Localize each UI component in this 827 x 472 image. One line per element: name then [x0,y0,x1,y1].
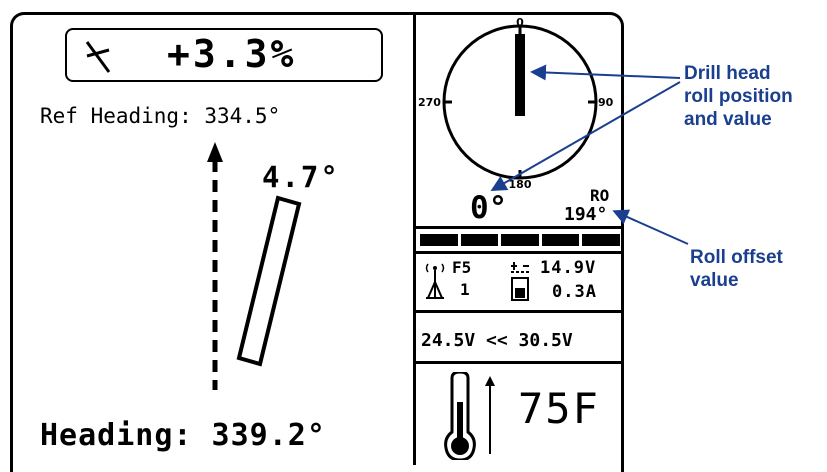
heading-value: Heading: 339.2° [40,418,326,453]
annotation-offset: Roll offset value [690,246,783,292]
signal-bar [582,234,620,246]
pitch-icon [85,41,111,73]
roll-offset-value: 194° [564,204,608,225]
voltage-range: 24.5V << 30.5V [421,330,573,351]
signal-bar [501,234,539,246]
antenna-icon [425,263,445,299]
drill-head-graphic [207,142,302,390]
drill-head-outline [236,195,302,367]
locator-screen: +3.3% Ref Heading: 334.5° 4.7° Heading: … [0,0,827,472]
battery-voltage: 14.9V [540,258,597,278]
divider-line [416,251,624,254]
tick-label-180: 180 [509,178,532,191]
pitch-box: +3.3% [65,28,383,82]
direction-arrow-icon [207,142,223,162]
annotation-offset-line: Roll offset [690,247,783,268]
battery-icon [511,262,529,301]
current-draw: 0.3A [552,282,597,302]
ref-heading: Ref Heading: 334.5° [40,104,281,128]
temperature-value: 75F [518,384,600,433]
signal-bar [541,234,580,246]
annotation-arrow-offset [612,209,689,245]
divider-line [416,361,624,364]
annotation-offset-line: value [690,270,739,291]
roll-offset-label: RO [590,186,610,205]
roll-value: 0° [470,190,508,226]
annotation-roll-line: Drill head [684,63,771,84]
tick-label-270: 270 [418,96,441,109]
tick-label-90: 90 [598,96,614,109]
divider-line [416,310,624,313]
annotation-roll: Drill head roll position and value [684,62,793,131]
signal-bar [460,234,499,246]
tick-label-0: 0 [516,16,524,29]
signal-strength-bars [420,234,620,248]
signal-bar [420,234,458,246]
channel-value: 1 [460,280,470,299]
pitch-value: +3.3% [167,32,297,76]
frequency-label: F5 [452,258,472,277]
roll-dial: 0 270 90 180 [418,16,614,191]
divider-line [416,226,624,229]
annotation-roll-line: roll position [684,86,793,107]
thermometer-icon [444,372,495,460]
annotation-roll-line: and value [684,109,772,130]
